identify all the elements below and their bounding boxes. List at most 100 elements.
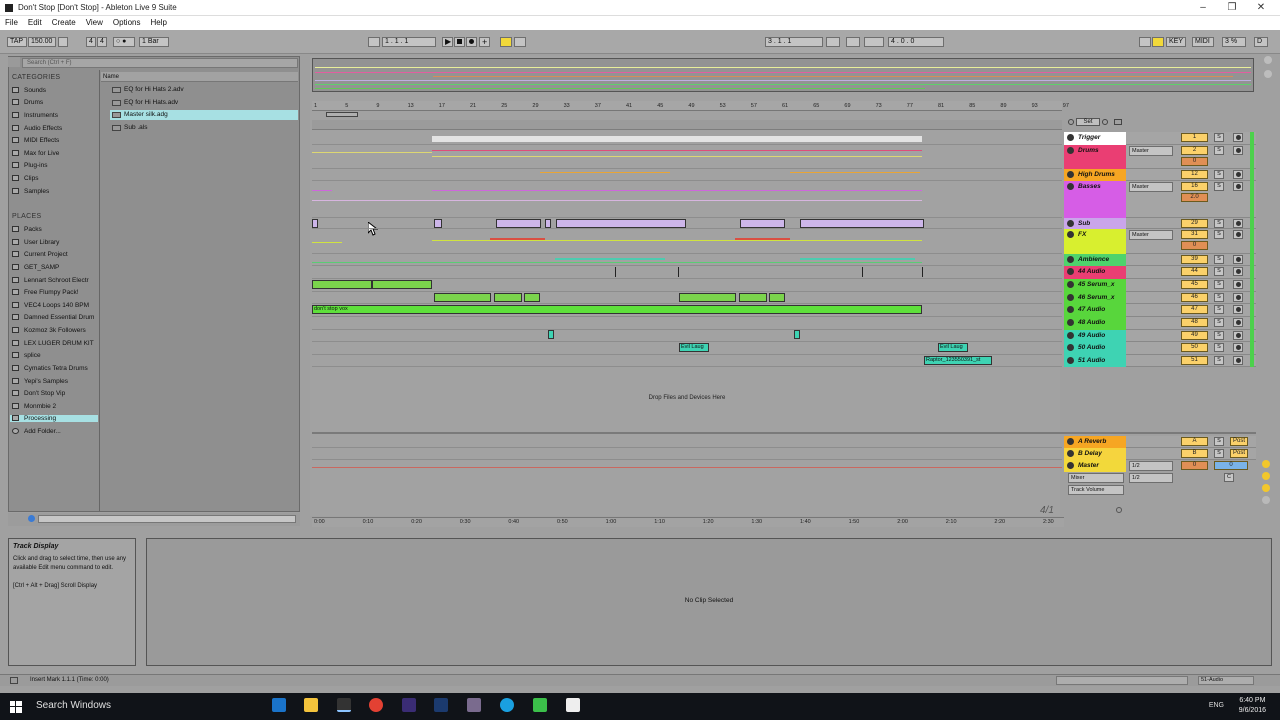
track-fold-icon[interactable]: [1067, 220, 1074, 227]
tap-button[interactable]: TAP: [7, 37, 27, 47]
track-lane[interactable]: [312, 169, 1062, 181]
track-number[interactable]: 1: [1181, 133, 1208, 142]
master-input-menu[interactable]: 1/2: [1129, 473, 1173, 483]
menu-edit[interactable]: Edit: [23, 16, 47, 29]
punch-in-button[interactable]: [826, 37, 840, 47]
preview-waveform[interactable]: [38, 515, 296, 523]
arm-button[interactable]: [1233, 170, 1243, 179]
track-number[interactable]: 48: [1181, 318, 1208, 327]
clip[interactable]: [312, 219, 318, 228]
place-item[interactable]: Monmbie 2: [12, 403, 98, 410]
track-fold-icon[interactable]: [1067, 281, 1074, 288]
file-item[interactable]: Sub .als: [110, 123, 298, 133]
track-fold-icon[interactable]: [1067, 231, 1074, 238]
track-fold-icon[interactable]: [1067, 171, 1074, 178]
arm-button[interactable]: [1233, 318, 1243, 327]
clip[interactable]: [794, 330, 800, 339]
solo-button[interactable]: S: [1214, 293, 1224, 302]
track-header[interactable]: Drums: [1064, 145, 1126, 169]
record-button[interactable]: [466, 37, 477, 47]
track-number[interactable]: 49: [1181, 331, 1208, 340]
return-lane[interactable]: [312, 436, 1062, 448]
browser-search-input[interactable]: Search (Ctrl + F): [22, 58, 298, 68]
solo-button[interactable]: S: [1214, 230, 1224, 239]
io-icon[interactable]: [1262, 496, 1270, 504]
reenable-automation-button[interactable]: [514, 37, 526, 47]
track-number[interactable]: 16: [1181, 182, 1208, 191]
arm-button[interactable]: [1233, 255, 1243, 264]
category-samples[interactable]: Samples: [12, 188, 98, 195]
place-item[interactable]: Lennart Schroot Electr: [12, 277, 98, 284]
session-view-icon[interactable]: [1264, 56, 1272, 64]
category-instruments[interactable]: Instruments: [12, 112, 98, 119]
place-item[interactable]: Yepi's Samples: [12, 378, 98, 385]
track-header[interactable]: Ambience: [1064, 254, 1126, 266]
master-header[interactable]: Master: [1064, 460, 1126, 472]
clip[interactable]: [312, 280, 372, 289]
track-fold-icon[interactable]: [1067, 319, 1074, 326]
place-item[interactable]: LEX LUGER DRUM KIT: [12, 340, 98, 347]
zoom-in-icon[interactable]: [1262, 460, 1270, 468]
post-button[interactable]: Post: [1230, 437, 1248, 446]
track-number[interactable]: 50: [1181, 343, 1208, 352]
return-lane[interactable]: [312, 448, 1062, 460]
skype-icon[interactable]: [500, 698, 514, 712]
song-position-field[interactable]: 1 . 1 . 1: [382, 37, 436, 47]
return-header[interactable]: A Reverb: [1064, 436, 1126, 448]
close-button[interactable]: ✕: [1254, 2, 1268, 13]
menu-help[interactable]: Help: [145, 16, 171, 29]
track-options-icon[interactable]: [1116, 507, 1122, 513]
track-fold-icon[interactable]: [1067, 134, 1074, 141]
arrangement-view-icon[interactable]: [1264, 70, 1272, 78]
track-volume[interactable]: 2.0: [1181, 193, 1208, 202]
clip[interactable]: [494, 293, 522, 302]
place-item[interactable]: Kozmoz 3k Followers: [12, 327, 98, 334]
loop-length-field[interactable]: 4 . 0 . 0: [888, 37, 944, 47]
arm-button[interactable]: [1233, 356, 1243, 365]
track-header[interactable]: 44 Audio: [1064, 266, 1126, 279]
key-map-toggle[interactable]: [1152, 37, 1164, 47]
track-header[interactable]: Basses: [1064, 181, 1126, 218]
place-item[interactable]: splice: [12, 352, 98, 359]
next-locator-icon[interactable]: [1102, 119, 1108, 125]
clip[interactable]: [769, 293, 785, 302]
category-clips[interactable]: Clips: [12, 175, 98, 182]
edge-icon[interactable]: [272, 698, 286, 712]
place-processing[interactable]: Processing: [10, 415, 98, 422]
clip[interactable]: [434, 219, 442, 228]
track-number[interactable]: 51: [1181, 356, 1208, 365]
track-lane[interactable]: [312, 218, 1062, 229]
nudge-button[interactable]: [58, 37, 68, 47]
track-number[interactable]: 47: [1181, 305, 1208, 314]
name-column-header[interactable]: Name: [101, 72, 298, 82]
time-sig-denominator[interactable]: 4: [97, 37, 107, 47]
clip[interactable]: [548, 330, 554, 339]
track-header[interactable]: 49 Audio: [1064, 330, 1126, 342]
solo-button[interactable]: S: [1214, 437, 1224, 446]
clip[interactable]: Raptor_123550391_st: [924, 356, 992, 365]
key-map-button[interactable]: KEY: [1166, 37, 1186, 47]
clip[interactable]: [434, 293, 491, 302]
ableton-live-icon[interactable]: [337, 698, 351, 712]
draw-mode-button[interactable]: [1139, 37, 1151, 47]
system-clock[interactable]: 6:40 PM 9/6/2016: [1239, 696, 1266, 716]
place-item[interactable]: Free Flumpy Pack!: [12, 289, 98, 296]
solo-button[interactable]: S: [1214, 343, 1224, 352]
track-header[interactable]: 47 Audio: [1064, 304, 1126, 317]
drop-area[interactable]: Drop Files and Devices Here: [552, 395, 822, 401]
return-letter[interactable]: A: [1181, 437, 1208, 446]
track-header[interactable]: 48 Audio: [1064, 317, 1126, 330]
track-number[interactable]: 46: [1181, 293, 1208, 302]
category-audio-effects[interactable]: Audio Effects: [12, 125, 98, 132]
cue-button[interactable]: C: [1224, 473, 1234, 482]
track-header[interactable]: Sub: [1064, 218, 1126, 229]
zoom-out-icon[interactable]: [1262, 472, 1270, 480]
overview-bar[interactable]: [312, 58, 1254, 92]
master-lane[interactable]: [312, 460, 1062, 516]
place-item[interactable]: VEC4 Loops 140 BPM: [12, 302, 98, 309]
add-folder-button[interactable]: Add Folder...: [12, 428, 98, 435]
track-lane[interactable]: [312, 266, 1062, 279]
clip[interactable]: [679, 293, 736, 302]
quantize-menu[interactable]: 1 Bar: [139, 37, 169, 47]
file-explorer-icon[interactable]: [304, 698, 318, 712]
